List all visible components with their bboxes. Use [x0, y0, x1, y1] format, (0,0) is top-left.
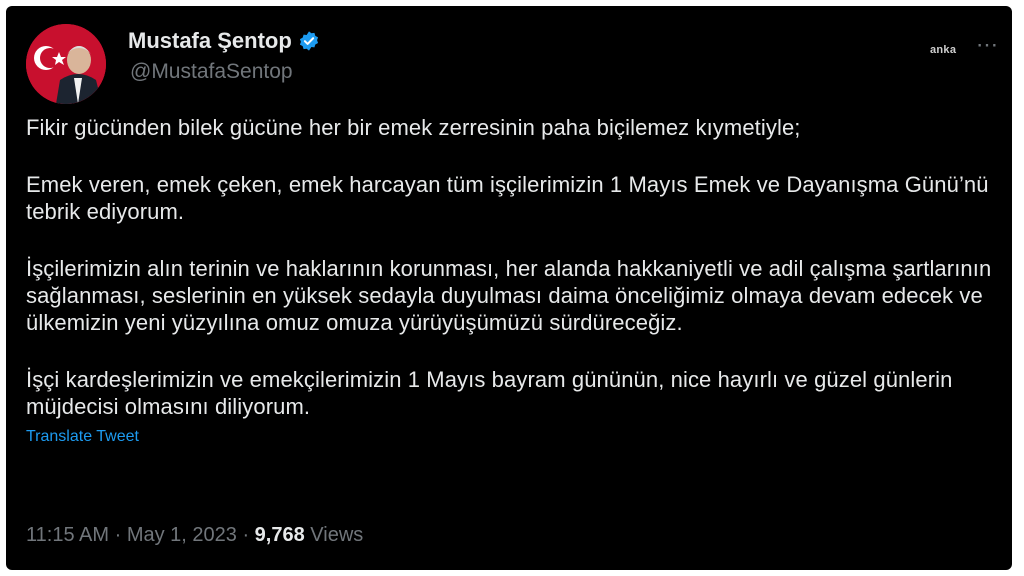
tweet-paragraph: İşçilerimizin alın terinin ve haklarının…	[26, 256, 992, 335]
translate-tweet-link[interactable]: Translate Tweet	[26, 428, 139, 446]
watermark-logo: anka	[930, 44, 957, 56]
tweet-card: Mustafa Şentop @MustafaSentop anka ⋯ Fik…	[6, 6, 1012, 570]
tweet-time[interactable]: 11:15 AM	[26, 524, 109, 546]
display-name[interactable]: Mustafa Şentop	[128, 28, 292, 54]
meta-separator: ·	[109, 524, 127, 546]
more-options-icon[interactable]: ⋯	[976, 32, 999, 58]
tweet-paragraph: Emek veren, emek çeken, emek harcayan tü…	[26, 172, 989, 224]
tweet-meta: 11:15 AM · May 1, 2023 · 9,768 Views	[26, 524, 363, 547]
tweet-body: Fikir gücünden bilek gücüne her bir emek…	[26, 114, 996, 446]
tweet-date[interactable]: May 1, 2023	[127, 524, 237, 546]
verified-badge-icon	[298, 30, 320, 52]
meta-separator: ·	[236, 524, 255, 546]
views-count: 9,768	[254, 524, 305, 546]
tweet-paragraph: Fikir gücünden bilek gücüne her bir emek…	[26, 115, 801, 140]
author-name-row: Mustafa Şentop	[128, 28, 320, 54]
avatar-image	[26, 24, 106, 104]
user-handle[interactable]: @MustafaSentop	[130, 60, 293, 84]
profile-avatar[interactable]	[26, 24, 106, 104]
tweet-paragraph: İşçi kardeşlerimizin ve emekçilerimizin …	[26, 367, 953, 419]
views-label: Views	[304, 524, 364, 546]
